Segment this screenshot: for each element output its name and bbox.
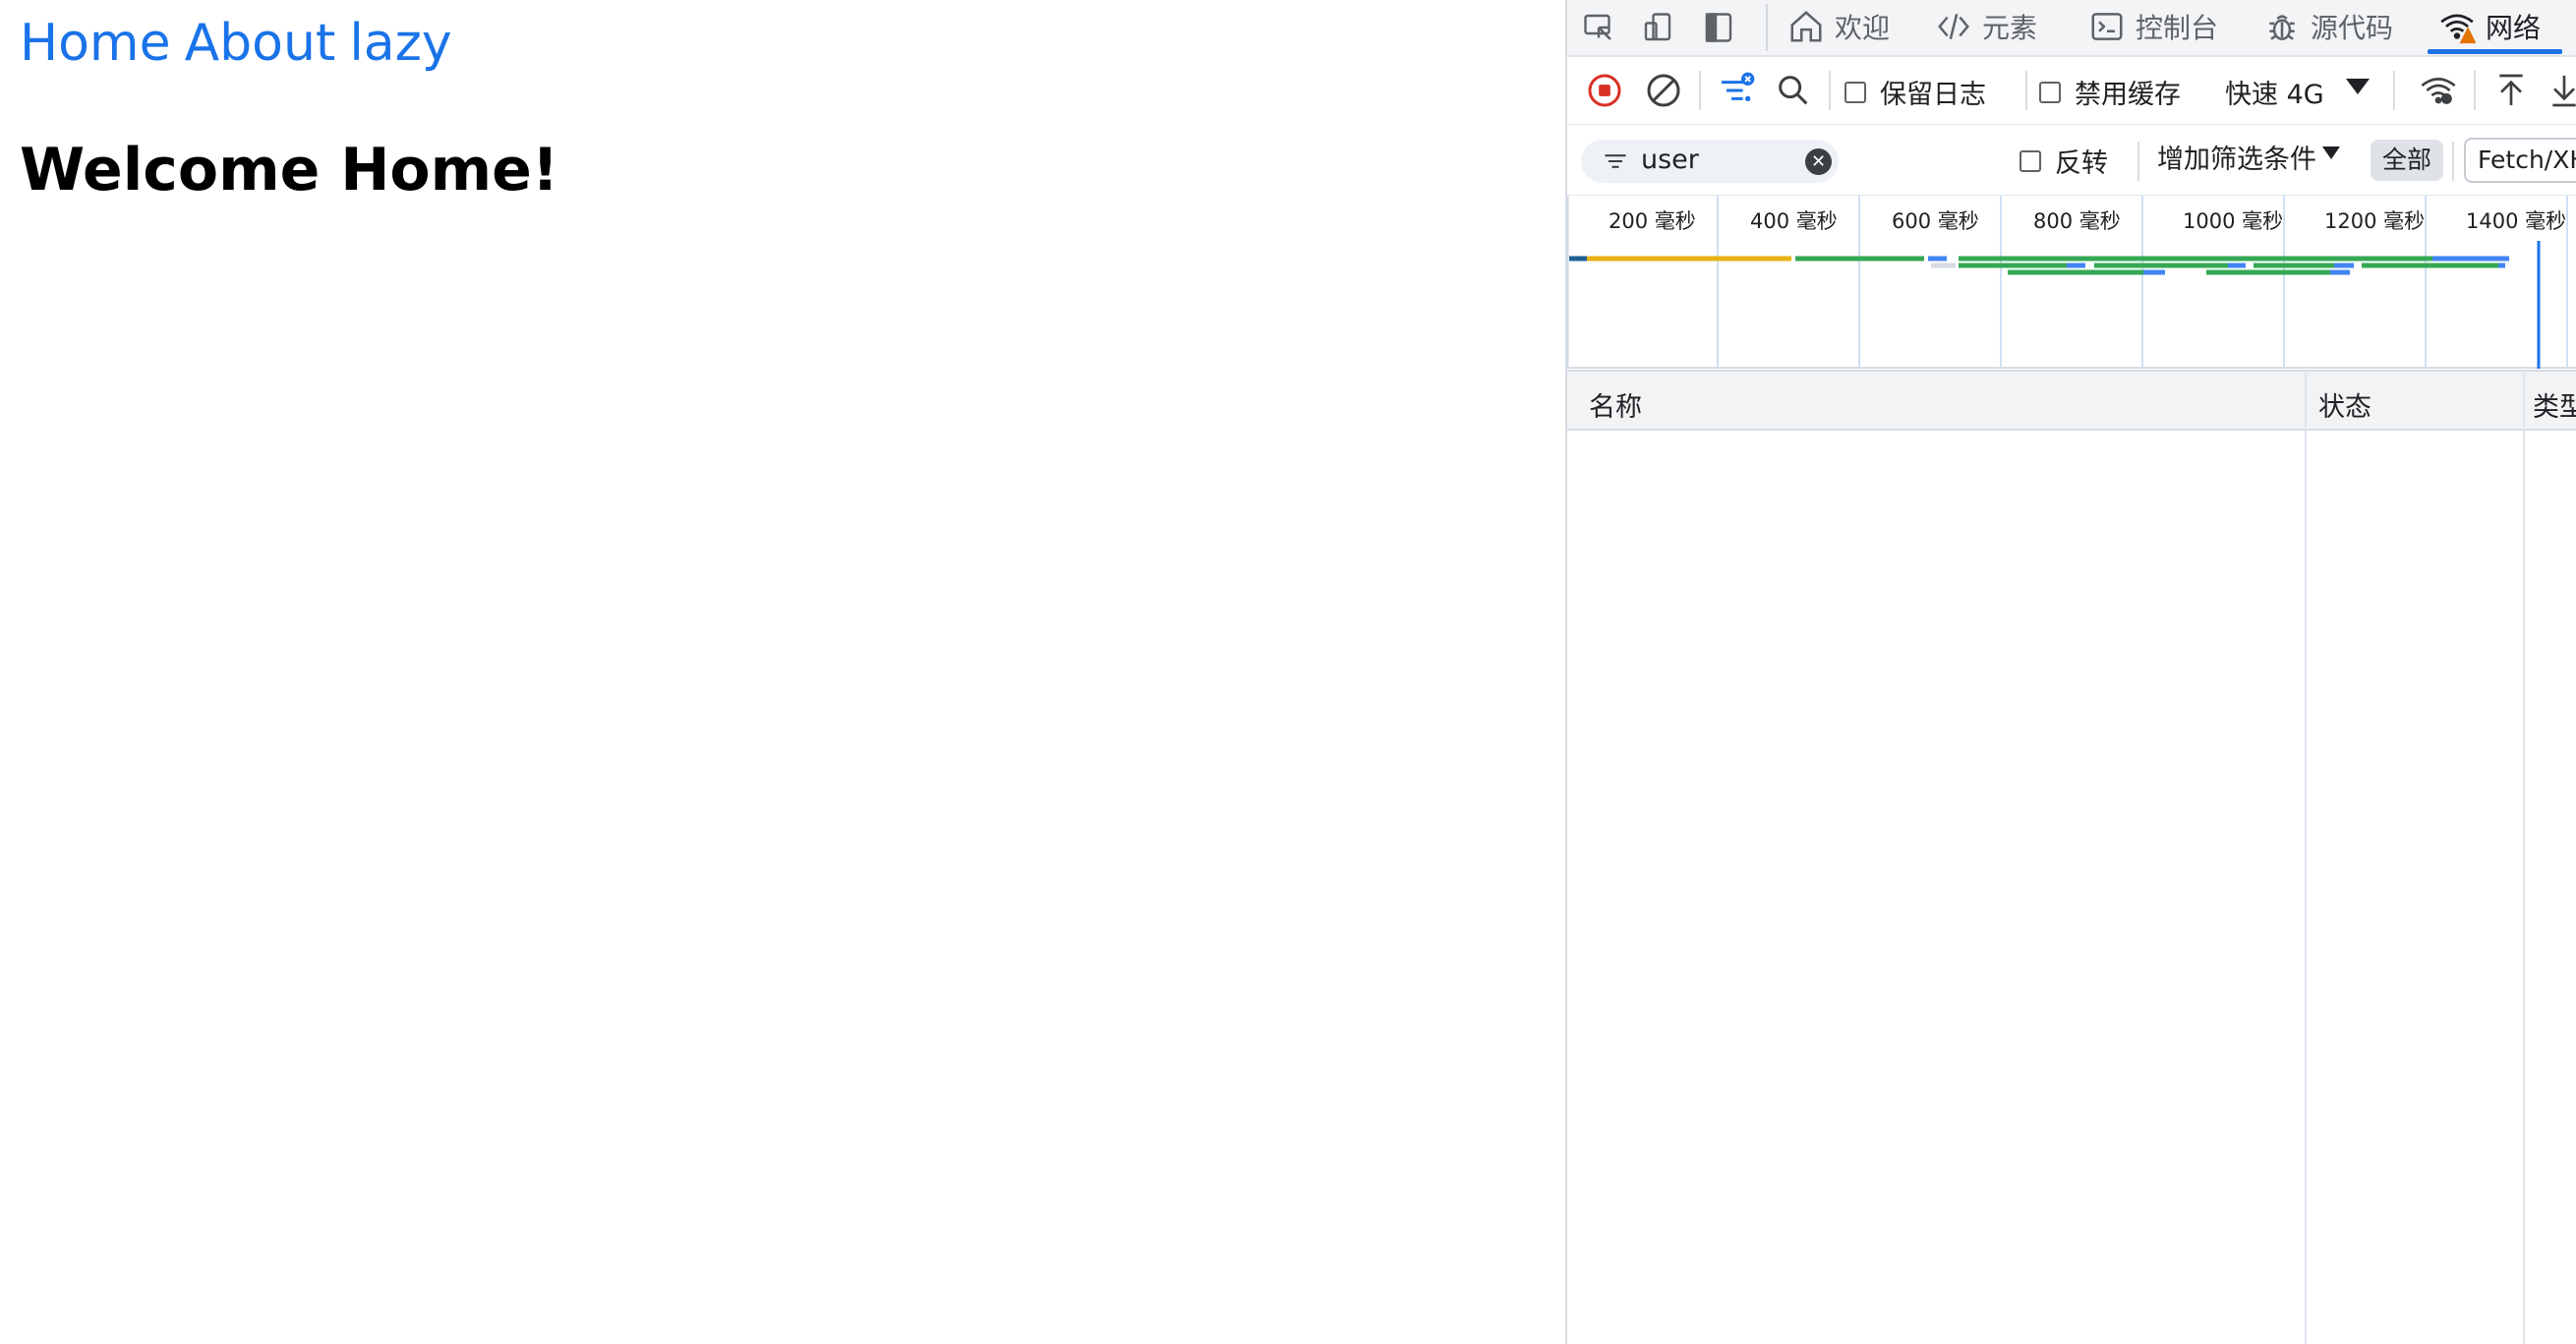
tab-network[interactable]: 网络 <box>2438 0 2541 53</box>
disable-cache-label: 禁用缓存 <box>2075 80 2181 110</box>
timeline-tick: 600 毫秒 <box>1892 209 1979 233</box>
home-icon <box>1790 11 1822 42</box>
filter-separator <box>2452 142 2454 181</box>
timeline-tick: 1400 毫秒 <box>2466 209 2567 233</box>
tab-sources-label: 源代码 <box>2311 12 2394 44</box>
timeline-tick: 1000 毫秒 <box>2183 209 2284 233</box>
active-tab-indicator <box>2428 49 2562 54</box>
timeline-tick: 800 毫秒 <box>2033 209 2121 233</box>
page-viewport: Home About lazy Welcome Home! <box>0 0 1565 1344</box>
timeline-tick: 400 毫秒 <box>1750 209 1838 233</box>
search-button[interactable] <box>1772 69 1815 112</box>
preserve-log-checkbox[interactable]: 保留日志 <box>1844 73 1986 111</box>
upload-icon <box>2499 74 2523 105</box>
tab-welcome[interactable]: 欢迎 <box>1787 0 1890 53</box>
console-icon <box>2091 13 2123 40</box>
tab-console-label: 控制台 <box>2136 12 2219 44</box>
tab-elements-label: 元素 <box>1982 12 2038 44</box>
filter-value: user <box>1641 145 1699 175</box>
checkbox-box <box>1844 81 1866 103</box>
tab-elements[interactable]: 元素 <box>1935 0 2037 53</box>
clear-button[interactable] <box>1642 69 1685 112</box>
import-har-button[interactable] <box>2489 69 2533 112</box>
checkbox-box <box>2020 149 2041 172</box>
page-nav: Home About lazy <box>20 14 452 73</box>
requests-table-header: 名称 状态 类型 <box>1567 370 2576 431</box>
record-icon <box>1588 74 1621 107</box>
type-filter-fetch-xhr[interactable]: Fetch/XH <box>2464 138 2576 183</box>
invert-checkbox[interactable]: 反转 <box>2020 142 2108 180</box>
invert-label: 反转 <box>2055 148 2108 179</box>
timeline-overview[interactable]: 200 毫秒 400 毫秒 600 毫秒 800 毫秒 1000 毫秒 1200… <box>1567 196 2576 369</box>
network-toolbar: 保留日志 禁用缓存 快速 4G <box>1567 57 2576 125</box>
device-emulation-icon[interactable] <box>1638 8 1677 47</box>
tab-sources[interactable]: 源代码 <box>2263 0 2393 53</box>
more-filters-dropdown[interactable]: 增加筛选条件 <box>2157 138 2316 176</box>
wifi-settings-icon <box>2421 78 2456 104</box>
toolbar-separator <box>2025 71 2027 110</box>
record-button[interactable] <box>1583 69 1626 112</box>
toolbar-separator <box>1699 71 1701 110</box>
timeline-tick: 200 毫秒 <box>1609 209 1696 233</box>
requests-table-body <box>1567 429 2576 1344</box>
filter-toggle-button[interactable] <box>1715 69 1758 112</box>
toolbar-separator <box>2393 71 2395 110</box>
filter-input[interactable]: user ✕ <box>1581 140 1839 183</box>
tab-console[interactable]: 控制台 <box>2088 0 2218 53</box>
filter-icon <box>1605 154 1626 168</box>
tabbar-separator <box>1766 4 1768 51</box>
network-filter-bar: user ✕ 反转 增加筛选条件 全部 Fetch/XH <box>1567 126 2576 196</box>
timeline-tick: 1200 毫秒 <box>2324 209 2426 233</box>
code-brackets-icon <box>1938 14 1969 39</box>
nav-link-home[interactable]: Home <box>20 14 171 73</box>
download-icon <box>2552 76 2576 107</box>
clear-filter-icon[interactable]: ✕ <box>1805 148 1832 175</box>
inspect-element-icon[interactable] <box>1579 8 1618 47</box>
tab-welcome-label: 欢迎 <box>1835 12 1891 44</box>
clear-icon <box>1647 74 1680 107</box>
export-har-button[interactable] <box>2543 69 2576 112</box>
network-conditions-button[interactable] <box>2417 69 2460 112</box>
nav-link-lazy[interactable]: lazy <box>349 14 451 73</box>
checkbox-box <box>2039 81 2061 103</box>
search-icon <box>1779 76 1808 105</box>
disable-cache-checkbox[interactable]: 禁用缓存 <box>2039 73 2181 111</box>
devtools-tabbar: 欢迎 元素 控制台 源代码 网络 <box>1567 0 2576 57</box>
filter-separator <box>2137 142 2139 181</box>
column-header-name[interactable]: 名称 <box>1589 385 1642 424</box>
type-filter-all[interactable]: 全部 <box>2371 140 2444 181</box>
chevron-down-icon[interactable] <box>2322 146 2340 159</box>
wifi-warning-icon <box>2440 14 2476 44</box>
toolbar-separator <box>1829 71 1831 110</box>
nav-link-about[interactable]: About <box>185 14 336 73</box>
column-header-type[interactable]: 类型 <box>2533 385 2576 424</box>
page-heading: Welcome Home! <box>20 136 559 205</box>
throttling-select[interactable]: 快速 4G <box>2225 73 2324 111</box>
filter-active-icon <box>1722 72 1755 101</box>
tab-network-label: 网络 <box>2486 12 2542 44</box>
dock-side-icon[interactable] <box>1699 8 1738 47</box>
column-header-status[interactable]: 状态 <box>2318 385 2371 424</box>
chevron-down-icon[interactable] <box>2346 79 2370 94</box>
toolbar-separator <box>2474 71 2476 110</box>
devtools-panel: 欢迎 元素 控制台 源代码 网络 保留日志 禁用缓存 快速 4G user ✕ … <box>1565 0 2576 1344</box>
preserve-log-label: 保留日志 <box>1880 80 1986 110</box>
bug-icon <box>2269 15 2295 40</box>
